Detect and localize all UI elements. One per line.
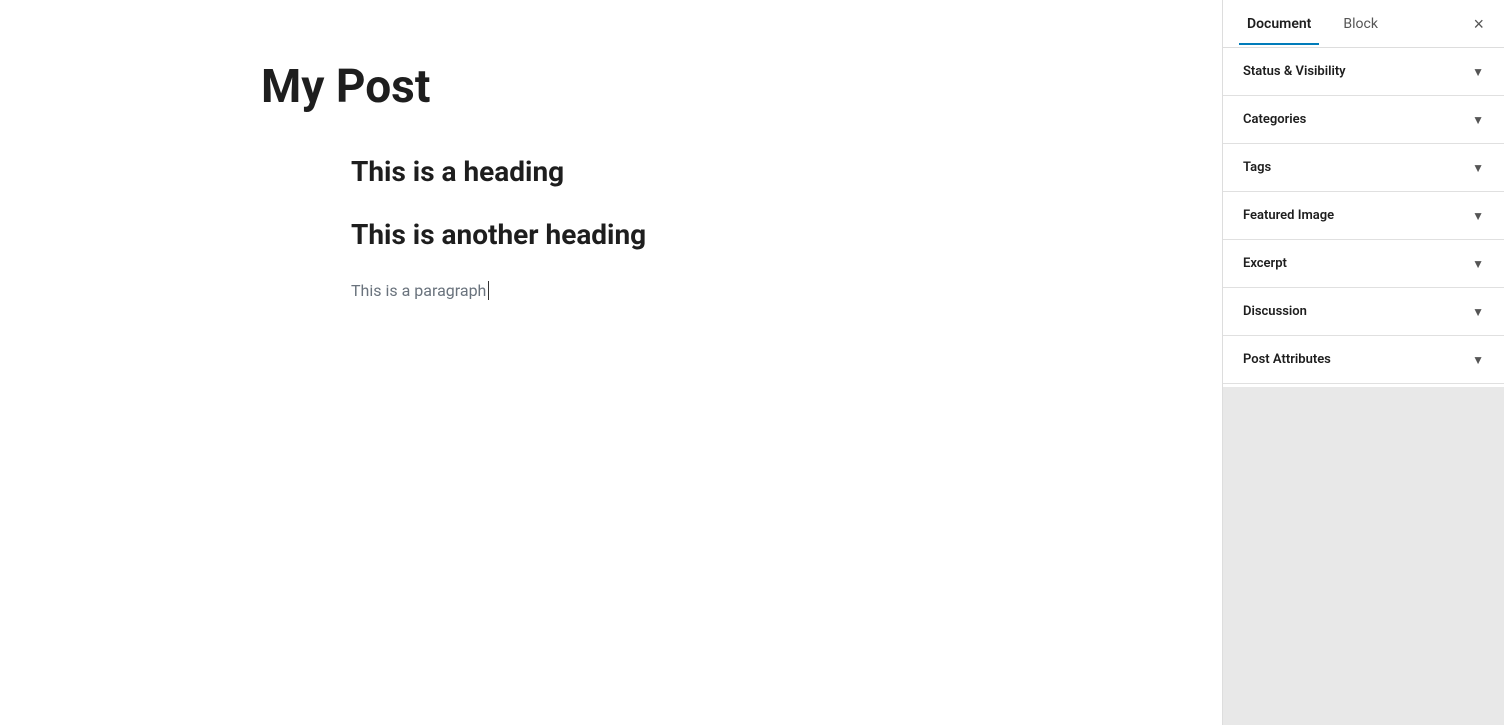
heading-2[interactable]: This is another heading [351, 218, 961, 251]
panel-chevron-categories: ▼ [1472, 113, 1484, 127]
panel-chevron-discussion: ▼ [1472, 305, 1484, 319]
panel-chevron-post-attributes: ▼ [1472, 353, 1484, 367]
panel-item-tags[interactable]: Tags ▼ [1223, 144, 1504, 192]
panel-item-excerpt[interactable]: Excerpt ▼ [1223, 240, 1504, 288]
close-sidebar-button[interactable]: × [1469, 11, 1488, 37]
panel-chevron-excerpt: ▼ [1472, 257, 1484, 271]
heading-1[interactable]: This is a heading [351, 155, 961, 188]
paragraph-1[interactable]: This is a paragraph [351, 281, 961, 300]
post-content: My Post This is a heading This is anothe… [261, 60, 961, 300]
panel-item-post-attributes[interactable]: Post Attributes ▼ [1223, 336, 1504, 384]
panel-chevron-status-visibility: ▼ [1472, 65, 1484, 79]
panel-item-discussion[interactable]: Discussion ▼ [1223, 288, 1504, 336]
sidebar-panels: Status & Visibility▼Categories▼Tags▼Feat… [1223, 48, 1504, 387]
panel-item-featured-image[interactable]: Featured Image ▼ [1223, 192, 1504, 240]
panel-label-excerpt: Excerpt [1243, 256, 1287, 271]
panel-item-categories[interactable]: Categories ▼ [1223, 96, 1504, 144]
panel-label-categories: Categories [1243, 112, 1306, 127]
text-cursor [488, 281, 489, 300]
panel-chevron-featured-image: ▼ [1472, 209, 1484, 223]
panel-label-tags: Tags [1243, 160, 1271, 175]
panel-label-status-visibility: Status & Visibility [1243, 64, 1346, 79]
post-title[interactable]: My Post [261, 60, 961, 115]
sidebar: Document Block × Status & Visibility▼Cat… [1222, 0, 1504, 725]
panel-label-featured-image: Featured Image [1243, 208, 1334, 223]
sidebar-tab-bar: Document Block × [1223, 0, 1504, 48]
panel-label-discussion: Discussion [1243, 304, 1307, 319]
editor-area[interactable]: My Post This is a heading This is anothe… [0, 0, 1222, 725]
tab-document[interactable]: Document [1239, 4, 1319, 44]
tab-block[interactable]: Block [1335, 4, 1386, 44]
panel-label-post-attributes: Post Attributes [1243, 352, 1331, 367]
sidebar-bottom-area [1223, 387, 1504, 725]
panel-chevron-tags: ▼ [1472, 161, 1484, 175]
panel-item-status-visibility[interactable]: Status & Visibility ▼ [1223, 48, 1504, 96]
